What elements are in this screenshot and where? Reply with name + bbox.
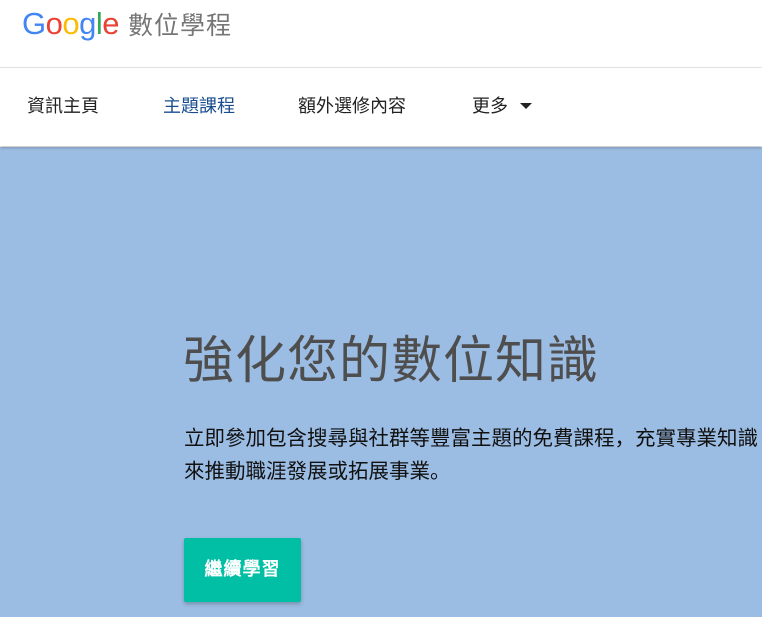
logo-letter-e: e: [102, 6, 120, 41]
nav-item-label: 額外選修內容: [298, 96, 406, 117]
page: Google 數位學程 資訊主頁 主題課程 額外選修內容 更多 強化您的數位知識…: [0, 0, 762, 617]
nav-item-more[interactable]: 更多: [472, 96, 532, 118]
nav-item-label: 主題課程: [163, 96, 235, 117]
main-navigation: 資訊主頁 主題課程 額外選修內容 更多: [0, 68, 762, 146]
google-wordmark: Google: [22, 6, 120, 42]
nav-item-topics[interactable]: 主題課程: [163, 96, 235, 118]
nav-item-label: 更多: [472, 96, 508, 117]
nav-item-dashboard[interactable]: 資訊主頁: [27, 96, 99, 118]
continue-learning-button[interactable]: 繼續學習: [184, 538, 301, 602]
caret-down-icon: [520, 103, 532, 109]
logo-letter-o2: o: [62, 6, 80, 41]
header: Google 數位學程: [0, 0, 762, 68]
logo-suffix-text: 數位學程: [128, 11, 233, 40]
hero-title: 強化您的數位知識: [183, 332, 600, 391]
hero-banner: 強化您的數位知識 立即參加包含搜尋與社群等豐富主題的免費課程，充實專業知識來推動…: [0, 147, 762, 617]
google-digital-garage-logo[interactable]: Google 數位學程: [22, 6, 232, 44]
nav-item-label: 資訊主頁: [27, 96, 99, 117]
logo-letter-o1: o: [45, 6, 63, 41]
logo-letter-g2: g: [79, 6, 96, 41]
logo-letter-g: G: [22, 6, 46, 41]
hero-description: 立即參加包含搜尋與社群等豐富主題的免費課程，充實專業知識來推動職涯發展或拓展事業…: [184, 426, 758, 483]
nav-item-extra-content[interactable]: 額外選修內容: [298, 96, 406, 118]
